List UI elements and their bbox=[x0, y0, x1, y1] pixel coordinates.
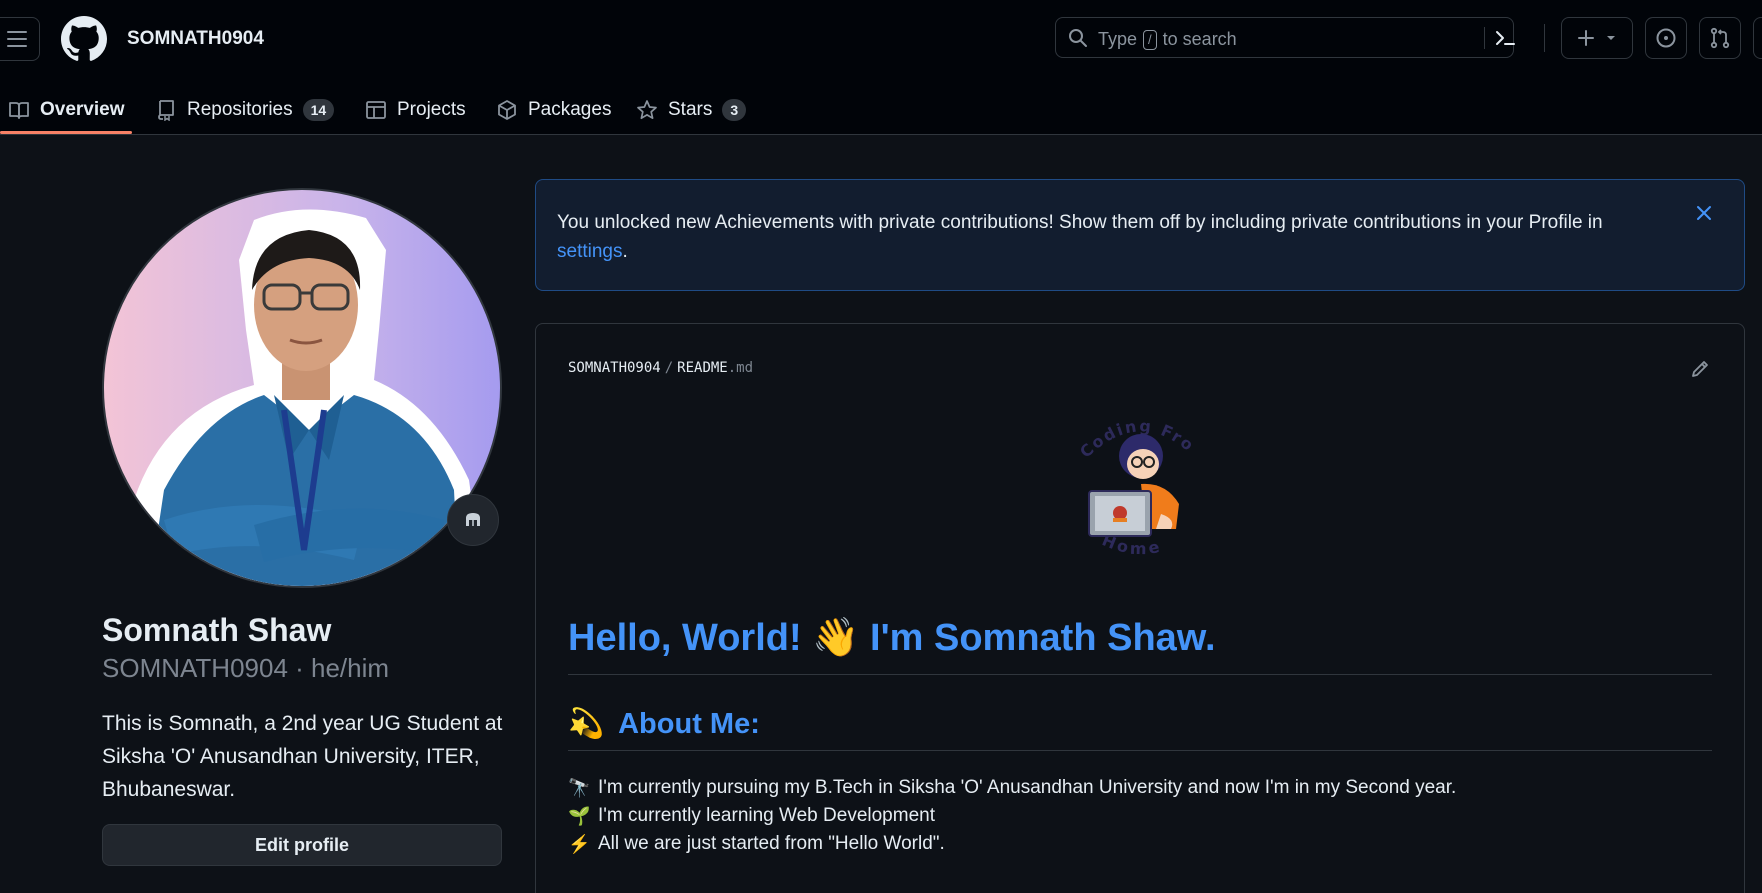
tab-overview[interactable]: Overview bbox=[8, 84, 125, 135]
pencil-icon[interactable] bbox=[1689, 358, 1711, 380]
stars-count: 3 bbox=[722, 98, 747, 121]
repo-icon bbox=[158, 99, 174, 121]
issue-opened-icon bbox=[1656, 28, 1676, 48]
package-icon bbox=[498, 99, 516, 120]
issues-button[interactable] bbox=[1645, 17, 1687, 59]
coding-from-home-illustration: Coding From Home bbox=[1071, 404, 1197, 558]
slash-key-hint: / bbox=[1143, 29, 1157, 50]
list-item: ⚡ All we are just started from "Hello Wo… bbox=[568, 830, 1456, 858]
list-item: 🌱 I'm currently learning Web Development bbox=[568, 802, 1456, 830]
git-pull-request-icon bbox=[1710, 27, 1730, 49]
table-icon bbox=[366, 100, 386, 119]
dizzy-emoji-icon: 💫 bbox=[568, 708, 605, 740]
repositories-count: 14 bbox=[302, 98, 335, 121]
profile-fullname: Somnath Shaw bbox=[102, 612, 332, 648]
telescope-emoji-icon: 🔭 bbox=[568, 778, 591, 798]
flash-message: You unlocked new Achievements with priva… bbox=[557, 212, 1603, 233]
plus-icon bbox=[1578, 30, 1615, 46]
profile-tabs: Overview Repositories 14 Projects Packag… bbox=[0, 84, 1762, 135]
settings-link[interactable]: settings bbox=[557, 241, 622, 262]
edit-profile-button[interactable]: Edit profile bbox=[102, 824, 502, 866]
global-header: SOMNATH0904 Type / to search Overview Re… bbox=[0, 0, 1762, 135]
book-icon bbox=[9, 101, 29, 119]
achievements-flash-banner: You unlocked new Achievements with priva… bbox=[535, 179, 1745, 291]
tab-projects[interactable]: Projects bbox=[365, 84, 466, 135]
search-icon bbox=[1069, 29, 1087, 47]
about-list: 🔭 I'm currently pursuing my B.Tech in Si… bbox=[568, 774, 1456, 858]
profile-readme: SOMNATH0904/README.md Coding From Home H… bbox=[535, 323, 1745, 893]
command-palette-icon[interactable] bbox=[1494, 27, 1516, 49]
lightning-emoji-icon: ⚡ bbox=[568, 834, 591, 854]
readme-owner-link[interactable]: SOMNATH0904 bbox=[568, 360, 661, 376]
menu-button[interactable] bbox=[0, 17, 40, 61]
close-icon[interactable] bbox=[1693, 202, 1715, 224]
tab-repositories[interactable]: Repositories 14 bbox=[155, 84, 335, 135]
pull-requests-button[interactable] bbox=[1699, 17, 1741, 59]
tab-packages[interactable]: Packages bbox=[496, 84, 611, 135]
profile-login-pronouns: SOMNATH0904 · he/him bbox=[102, 653, 390, 683]
set-status-button[interactable] bbox=[447, 494, 499, 546]
list-item: 🔭 I'm currently pursuing my B.Tech in Si… bbox=[568, 774, 1456, 802]
readme-file-link[interactable]: README bbox=[677, 360, 728, 376]
create-new-button[interactable] bbox=[1561, 17, 1633, 59]
github-logo-icon[interactable] bbox=[61, 16, 107, 62]
status-icon bbox=[466, 513, 480, 526]
tab-stars[interactable]: Stars 3 bbox=[636, 84, 747, 135]
readme-heading: Hello, World! 👋 I'm Somnath Shaw. bbox=[568, 617, 1216, 659]
search-placeholder: Type / to search bbox=[1098, 29, 1237, 50]
inbox-button[interactable] bbox=[1753, 17, 1762, 59]
profile-bio: This is Somnath, a 2nd year UG Student a… bbox=[102, 712, 503, 801]
avatar-photo bbox=[124, 209, 484, 586]
seedling-emoji-icon: 🌱 bbox=[568, 806, 591, 826]
avatar[interactable] bbox=[102, 188, 502, 588]
star-icon bbox=[637, 99, 657, 119]
about-me-heading: 💫 About Me: bbox=[568, 707, 760, 741]
readme-path: SOMNATH0904/README.md bbox=[568, 360, 754, 376]
active-tab-indicator bbox=[0, 131, 132, 134]
context-username[interactable]: SOMNATH0904 bbox=[127, 28, 264, 50]
search-input[interactable]: Type / to search bbox=[1055, 17, 1516, 58]
hamburger-icon bbox=[7, 31, 27, 33]
